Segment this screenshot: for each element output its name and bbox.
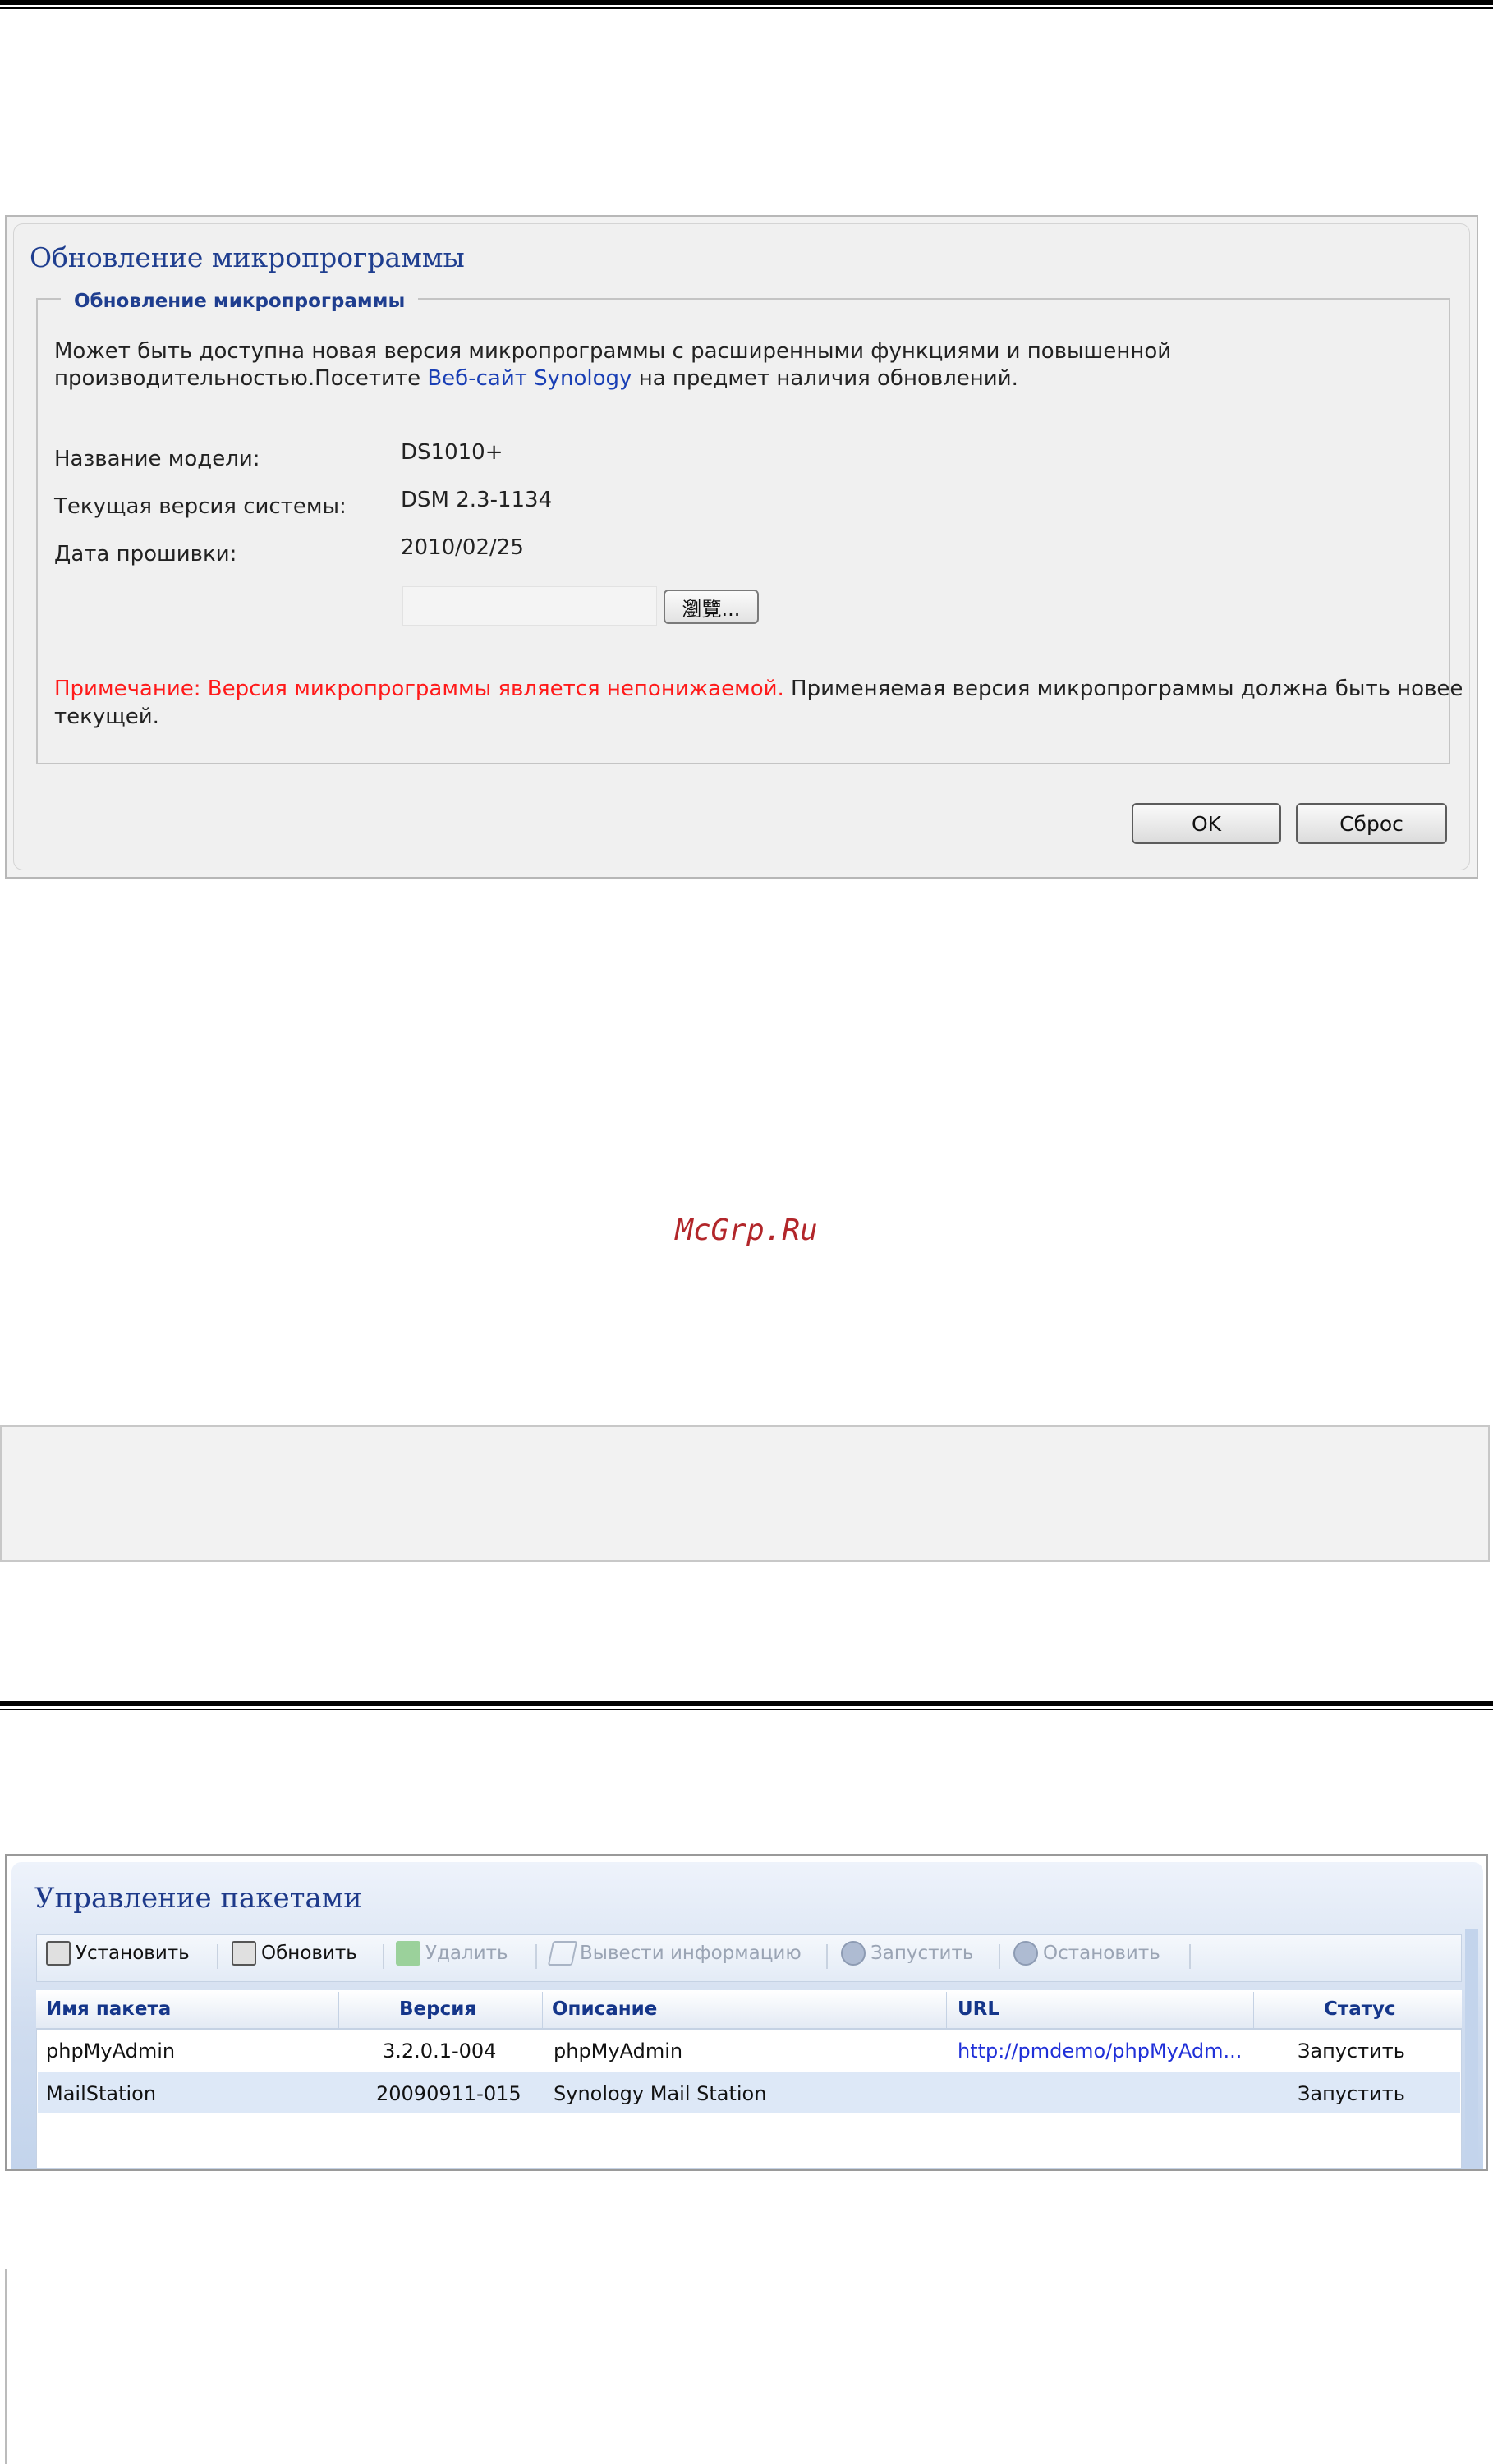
- section-divider: [0, 1701, 1493, 1710]
- model-value: DS1010+: [401, 440, 503, 465]
- firmware-file-input[interactable]: [402, 586, 657, 626]
- start-label: Запустить: [871, 1943, 974, 1964]
- left-margin-bar: [5, 2269, 7, 2464]
- package-description: phpMyAdmin: [554, 2040, 683, 2063]
- table-row[interactable]: phpMyAdmin 3.2.0.1-004 phpMyAdmin http:/…: [38, 2030, 1460, 2071]
- toolbar-separator: [217, 1944, 218, 1969]
- package-name: MailStation: [46, 2082, 157, 2105]
- watermark-text: McGrp.Ru: [675, 1214, 818, 1247]
- note-rest: Применяемая версия микропрограммы должна…: [783, 677, 1463, 701]
- toolbar-separator: [999, 1944, 1000, 1969]
- package-version: 20090911-015: [376, 2082, 521, 2105]
- firmware-note: Примечание: Версия микропрограммы являет…: [54, 677, 1463, 701]
- note-warning: Примечание: Версия микропрограммы являет…: [54, 677, 784, 701]
- package-status: Запустить: [1298, 2082, 1405, 2105]
- column-header-description[interactable]: Описание: [552, 1998, 657, 2020]
- toolbar-separator: [383, 1944, 384, 1969]
- pause-icon: [1013, 1941, 1038, 1966]
- info-icon: [547, 1941, 578, 1966]
- column-header-url[interactable]: URL: [958, 1998, 999, 2020]
- column-header-version[interactable]: Версия: [399, 1998, 476, 2020]
- package-description: Synology Mail Station: [554, 2082, 767, 2105]
- package-url-link[interactable]: http://pmdemo/phpMyAdm...: [958, 2040, 1242, 2063]
- update-label: Обновить: [261, 1943, 357, 1964]
- ok-button[interactable]: OK: [1132, 803, 1281, 844]
- column-divider: [338, 1992, 339, 2028]
- firmware-date-value: 2010/02/25: [401, 535, 524, 560]
- browse-button[interactable]: 瀏覽...: [664, 590, 759, 624]
- delete-icon: [396, 1941, 420, 1966]
- delete-label: Удалить: [425, 1943, 508, 1964]
- column-divider: [542, 1992, 543, 2028]
- update-icon: [232, 1941, 256, 1966]
- stop-button[interactable]: Остановить: [1013, 1941, 1160, 1966]
- toolbar-separator: [826, 1944, 828, 1969]
- reset-button[interactable]: Сброс: [1296, 803, 1447, 844]
- show-info-button[interactable]: Вывести информацию: [547, 1941, 802, 1966]
- package-grid-header: [36, 1990, 1462, 2030]
- window-scrollbar[interactable]: [1465, 1929, 1478, 2169]
- install-button[interactable]: Установить: [46, 1941, 190, 1966]
- start-button[interactable]: Запустить: [841, 1941, 973, 1966]
- firmware-title: Обновление микропрограммы: [30, 241, 465, 273]
- intro-prefix: производительностью.Посетите: [54, 366, 428, 391]
- toolbar-separator: [1189, 1944, 1191, 1969]
- note-box: [0, 1425, 1490, 1562]
- package-title: Управление пакетами: [34, 1882, 362, 1915]
- system-version-value: DSM 2.3-1134: [401, 488, 553, 512]
- column-divider: [946, 1992, 947, 2028]
- system-version-label: Текущая версия системы:: [54, 494, 347, 519]
- package-status: Запустить: [1298, 2040, 1405, 2063]
- delete-button[interactable]: Удалить: [396, 1941, 508, 1966]
- install-label: Установить: [76, 1943, 190, 1964]
- play-icon: [841, 1941, 866, 1966]
- package-version: 3.2.0.1-004: [383, 2040, 497, 2063]
- update-button[interactable]: Обновить: [232, 1941, 357, 1966]
- top-divider: [0, 0, 1493, 9]
- synology-website-link[interactable]: Веб-сайт Synology: [427, 366, 632, 391]
- package-name: phpMyAdmin: [46, 2040, 176, 2063]
- intro-suffix: на предмет наличия обновлений.: [632, 366, 1018, 391]
- firmware-legend: Обновление микропрограммы: [61, 291, 419, 312]
- column-header-status[interactable]: Статус: [1324, 1998, 1396, 2020]
- install-icon: [46, 1941, 71, 1966]
- column-header-name[interactable]: Имя пакета: [46, 1998, 171, 2020]
- show-info-label: Вывести информацию: [580, 1943, 802, 1964]
- firmware-intro-line2: производительностью.Посетите Веб-сайт Sy…: [54, 366, 1018, 391]
- firmware-intro-line1: Может быть доступна новая версия микропр…: [54, 339, 1172, 364]
- table-row[interactable]: MailStation 20090911-015 Synology Mail S…: [38, 2072, 1460, 2113]
- firmware-date-label: Дата прошивки:: [54, 542, 237, 567]
- firmware-note-line2: текущей.: [54, 704, 159, 729]
- toolbar-separator: [535, 1944, 537, 1969]
- column-divider: [1253, 1992, 1254, 2028]
- stop-label: Остановить: [1043, 1943, 1160, 1964]
- model-label: Название модели:: [54, 447, 260, 471]
